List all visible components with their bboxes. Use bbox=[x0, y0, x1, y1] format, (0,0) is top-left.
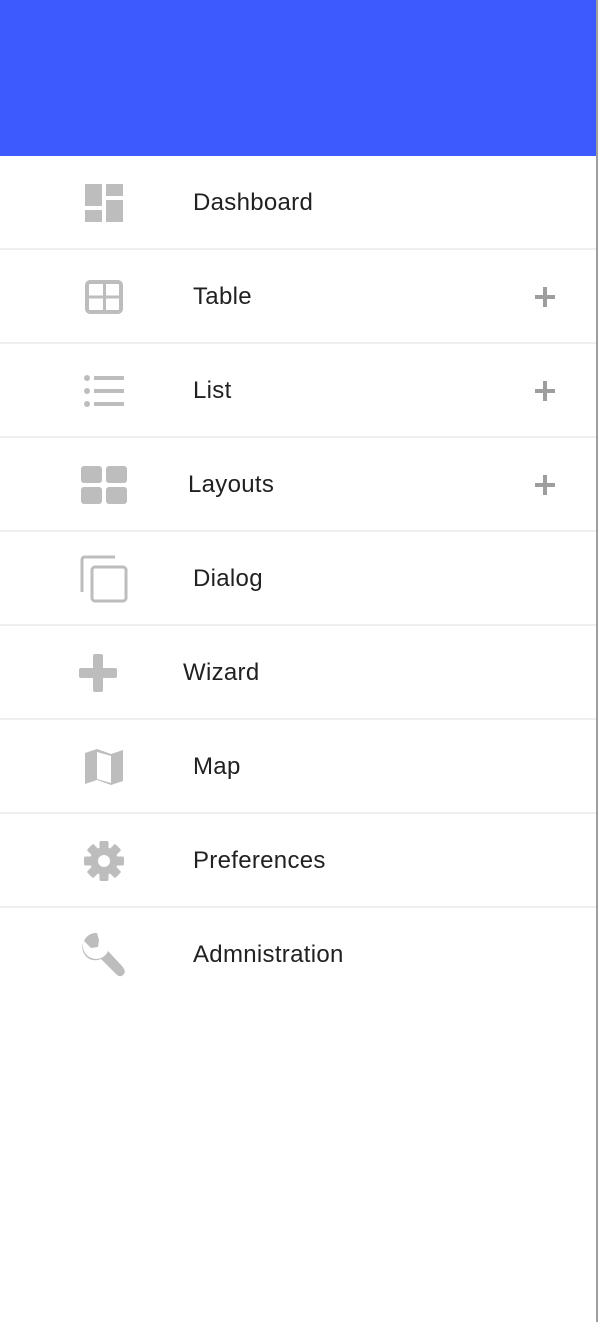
nav-menu: Dashboard Table List Layouts Dialog Wiza… bbox=[0, 156, 596, 1002]
nav-item-dashboard[interactable]: Dashboard bbox=[0, 156, 596, 250]
map-icon bbox=[76, 742, 132, 792]
nav-item-layouts[interactable]: Layouts bbox=[0, 438, 596, 532]
navigation-drawer: Dashboard Table List Layouts Dialog Wiza… bbox=[0, 0, 596, 1322]
nav-item-label: Dialog bbox=[193, 565, 263, 592]
expand-plus-icon[interactable] bbox=[530, 470, 560, 500]
plus-icon bbox=[70, 648, 126, 698]
dashboard-icon bbox=[76, 178, 132, 228]
nav-item-admnistration[interactable]: Admnistration bbox=[0, 908, 596, 1002]
nav-item-label: Layouts bbox=[188, 471, 275, 498]
layouts-icon bbox=[76, 460, 132, 510]
nav-item-list[interactable]: List bbox=[0, 344, 596, 438]
nav-item-preferences[interactable]: Preferences bbox=[0, 814, 596, 908]
dialog-icon bbox=[76, 554, 132, 604]
nav-item-label: Table bbox=[193, 283, 252, 310]
nav-item-label: Preferences bbox=[193, 847, 326, 874]
table-icon bbox=[76, 272, 132, 322]
nav-item-label: Wizard bbox=[183, 659, 260, 686]
wrench-icon bbox=[76, 930, 132, 980]
expand-plus-icon[interactable] bbox=[530, 376, 560, 406]
nav-item-wizard[interactable]: Wizard bbox=[0, 626, 596, 720]
list-icon bbox=[76, 366, 132, 416]
nav-item-label: Dashboard bbox=[193, 189, 314, 216]
nav-item-label: Map bbox=[193, 753, 241, 780]
nav-item-label: Admnistration bbox=[193, 941, 344, 968]
nav-item-table[interactable]: Table bbox=[0, 250, 596, 344]
nav-item-dialog[interactable]: Dialog bbox=[0, 532, 596, 626]
nav-item-map[interactable]: Map bbox=[0, 720, 596, 814]
drawer-header bbox=[0, 0, 596, 156]
gear-icon bbox=[76, 836, 132, 886]
expand-plus-icon[interactable] bbox=[530, 282, 560, 312]
nav-item-label: List bbox=[193, 377, 232, 404]
